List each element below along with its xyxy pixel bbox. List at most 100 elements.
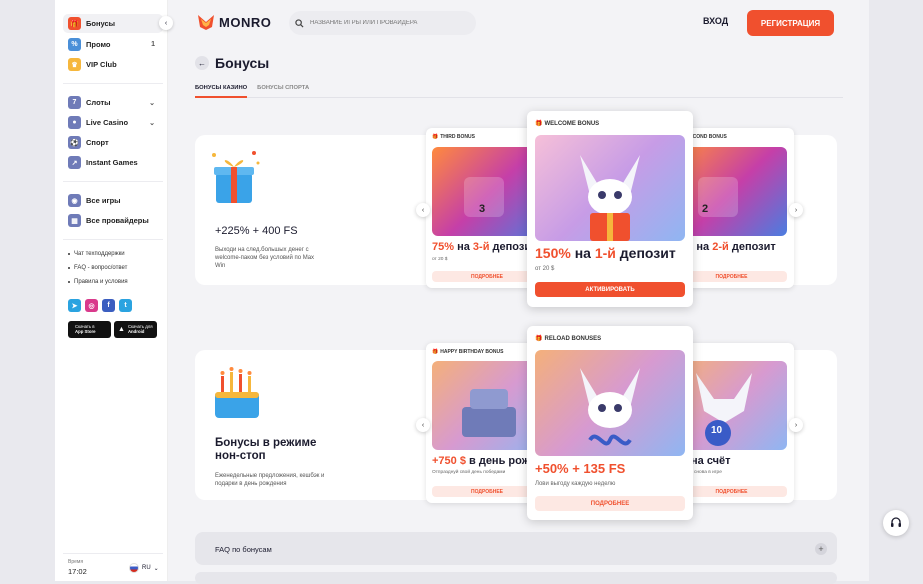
details-button[interactable]: Подробнее <box>535 496 685 511</box>
fox-mascot-icon <box>580 368 640 446</box>
sidebar-item-label: Бонусы <box>86 19 116 28</box>
telegram-icon[interactable]: ➤ <box>68 299 81 312</box>
gift-box-illustration <box>212 151 260 203</box>
gift-icon: 🎁 <box>432 349 439 355</box>
gift-icon: 🎁 <box>432 134 439 140</box>
support-chat-button[interactable] <box>883 510 909 536</box>
card-subtext: Отпразднуй свой день победами <box>432 470 506 475</box>
welcome-panel-desc: Выходи на след.большых денег с welcome-п… <box>215 247 315 270</box>
sidebar-item-instant-games[interactable]: ↗ Instant Games <box>63 153 163 172</box>
sidebar-item-label: Live Casino <box>86 118 129 127</box>
birthday-cake-image <box>432 361 540 450</box>
search-bar[interactable] <box>289 11 476 35</box>
language-code: RU <box>142 565 151 571</box>
carousel-next-button[interactable]: › <box>789 418 803 432</box>
carousel-next-button[interactable]: › <box>789 203 803 217</box>
fox-mascot-icon <box>580 155 640 241</box>
details-button[interactable]: Подробнее <box>682 486 787 497</box>
card-tag: Third bonus <box>440 134 475 140</box>
sidebar-item-vip[interactable]: ♛ VIP Club <box>63 55 163 74</box>
chevron-down-icon[interactable]: ⌄ <box>149 119 155 127</box>
chevron-down-icon[interactable]: ⌄ <box>149 99 155 107</box>
facebook-icon[interactable]: f <box>102 299 115 312</box>
welcome-panel-title: +225% + 400 FS <box>215 225 298 237</box>
card-headline: на счёт <box>691 455 731 467</box>
search-input[interactable] <box>310 20 470 26</box>
divider <box>63 181 163 182</box>
weekly-panel-title: Бонусы в режиме нон-стоп <box>215 437 317 463</box>
faq-accordion[interactable]: FAQ по бонусам + <box>195 532 837 565</box>
slot-machine-image: 3 <box>432 147 540 236</box>
register-button[interactable]: Регистрация <box>747 10 834 36</box>
sidebar-item-label: Спорт <box>86 138 109 147</box>
clock: 17:02 <box>68 567 87 576</box>
chevron-down-icon: ⌄ <box>153 565 159 572</box>
carousel-prev-button[interactable]: ‹ <box>416 203 430 217</box>
tab-sport-bonuses[interactable]: Бонусы спорта <box>257 84 309 98</box>
second-bonus-card[interactable]: Second bonus 2 S на 2-й депозит Подробне… <box>682 128 794 288</box>
instagram-icon[interactable]: ◎ <box>85 299 98 312</box>
search-icon <box>295 18 304 28</box>
card-tag: Happy birthday bonus <box>440 349 504 355</box>
card-headline: 150% на 1-й депозит <box>535 245 676 261</box>
collapse-sidebar-button[interactable]: ‹ <box>159 16 173 30</box>
app-store-button[interactable]: Скачать в App Store <box>68 321 111 338</box>
promo-count-badge: 1 <box>151 41 155 48</box>
sidebar-item-all-providers[interactable]: ▦ Все провайдеры <box>63 211 163 230</box>
sidebar-item-label: VIP Club <box>86 60 117 69</box>
birthday-bonus-card[interactable]: 🎁 Happy birthday bonus +750 $ в день рожд… <box>426 343 540 503</box>
tab-casino-bonuses[interactable]: Бонусы казино <box>195 84 248 98</box>
card-headline: 75% на 3-й депозит <box>432 241 537 253</box>
android-icon: ▲ <box>118 325 125 333</box>
back-button[interactable]: ← <box>195 56 209 70</box>
sidebar-item-bonuses[interactable]: 🎁 Бонусы <box>63 14 163 33</box>
promo-icon: % <box>68 38 81 51</box>
chevron-right-icon: › <box>794 206 798 214</box>
slot-machine-image: 2 <box>682 147 787 236</box>
android-button[interactable]: ▲ Скачать для Android <box>114 321 157 338</box>
cashback-card[interactable]: 10 на счёт снова в игре Подробнее <box>682 343 794 503</box>
fox-logo-icon <box>198 15 214 30</box>
time-label: Время <box>68 559 84 565</box>
card-image-number: 2 <box>702 203 709 215</box>
faq-link[interactable]: FAQ - вопрос/ответ <box>68 265 127 271</box>
arrow-left-icon: ← <box>198 58 206 68</box>
logo[interactable]: MONRO <box>197 13 271 31</box>
sidebar-item-label: Instant Games <box>86 158 138 167</box>
carousel-prev-button[interactable]: ‹ <box>416 418 430 432</box>
support-chat-link[interactable]: Чат техподдержки <box>68 251 125 257</box>
gift-icon: 🎁 <box>535 121 543 127</box>
plus-icon[interactable]: + <box>815 543 827 555</box>
login-button[interactable]: Вход <box>703 16 728 26</box>
card-headline: S на 2-й депозит <box>686 241 776 253</box>
weekly-panel-desc: Еженедельные предложения, кешбэк и подар… <box>215 473 325 488</box>
crown-icon: ♛ <box>68 58 81 71</box>
sidebar-item-label: Слоты <box>86 98 111 107</box>
chevron-right-icon: › <box>794 421 798 429</box>
reload-bonus-card[interactable]: 🎁 Reload bonuses +50% + 135 FS Лови выгод… <box>527 326 693 520</box>
language-selector[interactable]: RU ⌄ <box>129 563 159 573</box>
games-icon: ◉ <box>68 194 81 207</box>
third-bonus-card[interactable]: 🎁 Third bonus 3 75% на 3-й депозит от 20 … <box>426 128 540 288</box>
twitter-icon[interactable]: t <box>119 299 132 312</box>
sidebar-item-live-casino[interactable]: ● Live Casino ⌄ <box>63 113 163 132</box>
details-button[interactable]: Подробнее <box>432 486 540 497</box>
details-button[interactable]: Подробнее <box>432 271 540 282</box>
fox-mascot-image <box>535 350 685 456</box>
welcome-bonus-card[interactable]: 🎁 Welcome bonus 150% на 1-й депозит от 20… <box>527 111 693 307</box>
rules-link[interactable]: Правила и условия <box>68 279 128 285</box>
grid-icon: ▦ <box>68 214 81 227</box>
details-button[interactable]: Подробнее <box>682 271 787 282</box>
sidebar-item-promo[interactable]: % Промо 1 <box>63 35 163 54</box>
card-subtext: от 20 $ <box>432 257 448 262</box>
gift-icon: 🎁 <box>68 17 81 30</box>
sidebar-item-all-games[interactable]: ◉ Все игры <box>63 191 163 210</box>
divider <box>63 239 163 240</box>
sidebar-item-slots[interactable]: 7 Слоты ⌄ <box>63 93 163 112</box>
card-tag: Reload bonuses <box>544 335 602 342</box>
sidebar-item-sport[interactable]: ⚽ Спорт <box>63 133 163 152</box>
sidebar-item-label: Все провайдеры <box>86 216 149 225</box>
faq-accordion-next[interactable] <box>195 572 837 584</box>
logo-text: MONRO <box>219 14 272 30</box>
activate-button[interactable]: Активировать <box>535 282 685 297</box>
